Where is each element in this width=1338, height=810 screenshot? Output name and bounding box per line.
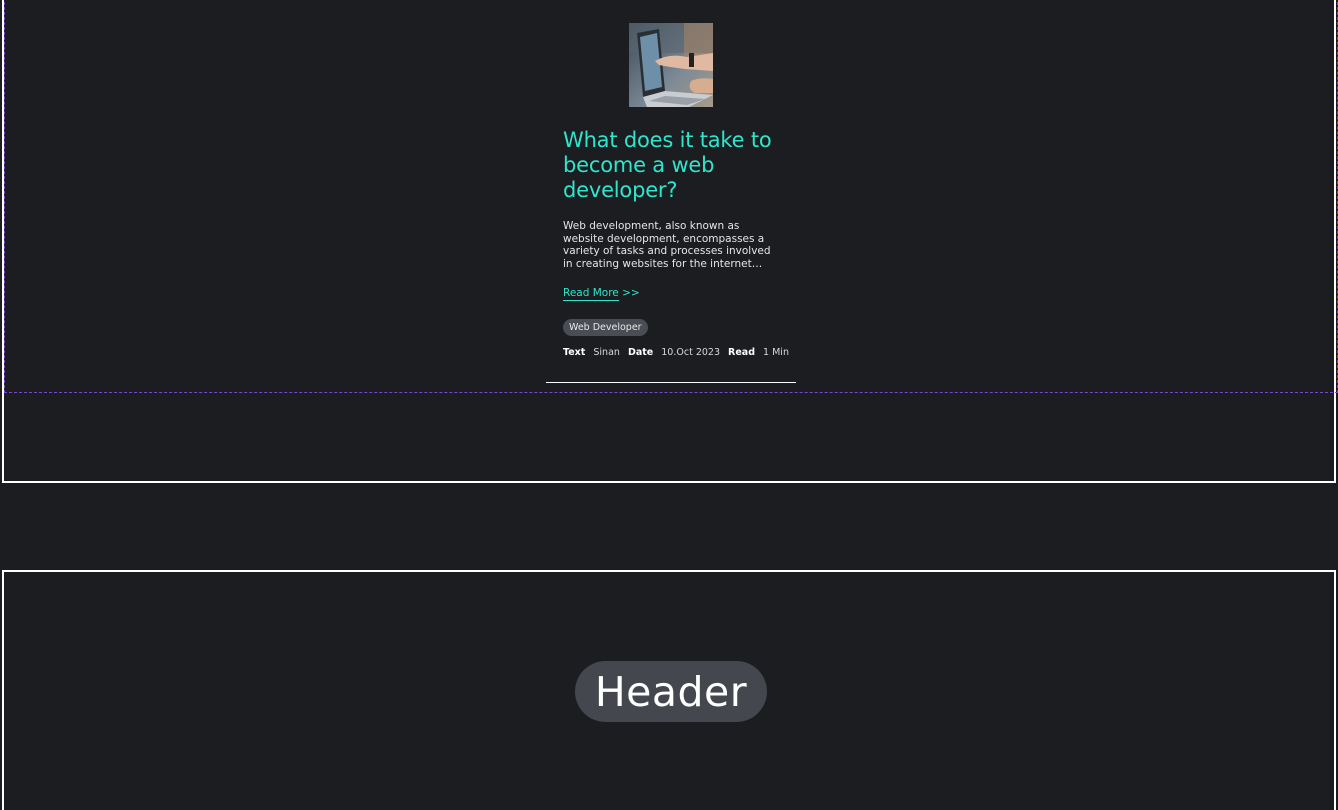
read-more-label[interactable]: Read More <box>563 287 619 301</box>
article-excerpt: Web development, also known as website d… <box>563 220 771 270</box>
meta-date-label: Date <box>627 347 654 358</box>
read-more-link[interactable]: Read More >> <box>563 287 640 301</box>
meta-author: Sinan <box>593 347 620 358</box>
article-card: What does it take to become a web develo… <box>546 0 796 383</box>
article-meta: Text Sinan Date 10.Oct 2023 Read 1 Min <box>563 347 794 358</box>
article-thumbnail[interactable] <box>629 23 713 107</box>
meta-read-time: 1 Min <box>763 347 789 358</box>
meta-date: 10.Oct 2023 <box>661 347 720 358</box>
meta-text-label: Text <box>563 347 586 358</box>
header-label-pill[interactable]: Header <box>575 661 767 722</box>
header-section: Header <box>2 570 1336 810</box>
top-panel: What does it take to become a web develo… <box>2 0 1338 483</box>
meta-read-label: Read <box>728 347 756 358</box>
laptop-photo-icon <box>629 23 713 107</box>
section-gap <box>0 486 1338 570</box>
read-more-arrow-icon: >> <box>622 287 640 299</box>
article-title[interactable]: What does it take to become a web develo… <box>563 128 783 203</box>
tag-badge[interactable]: Web Developer <box>563 319 648 336</box>
